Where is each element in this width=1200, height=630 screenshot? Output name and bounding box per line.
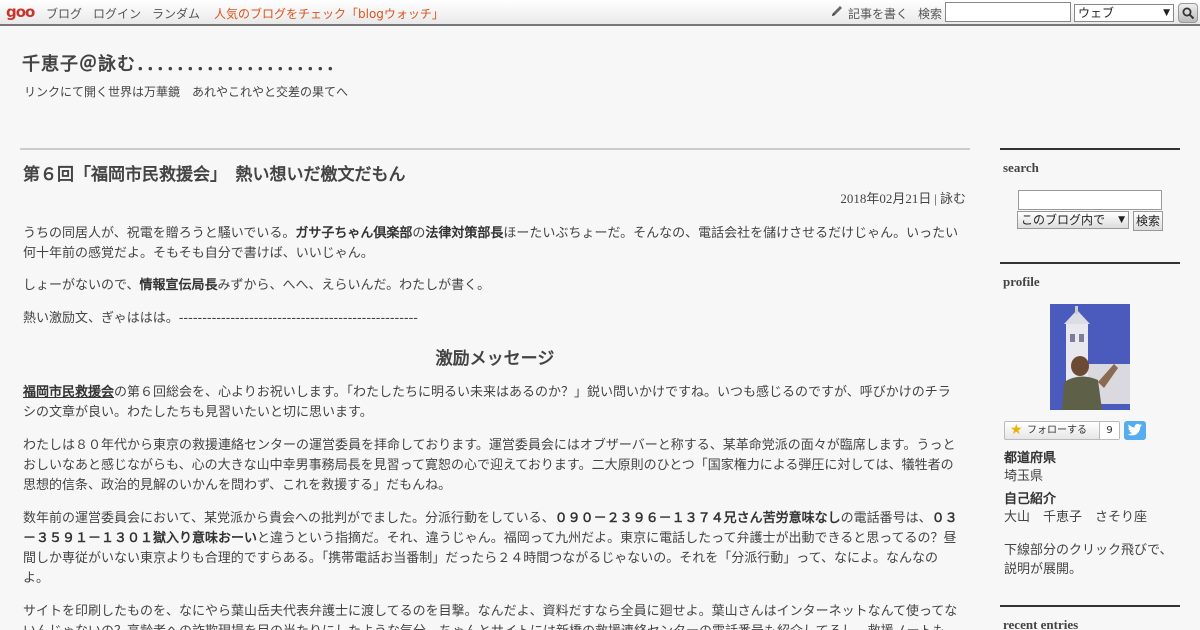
twitter-bird-icon [1127, 423, 1142, 436]
sidebar-profile: profile ★ フォローする 9 都道府県 埼玉県 自己紹介 大山 千恵子 … [1000, 262, 1180, 602]
follow-button[interactable]: ★ フォローする 9 [1004, 421, 1120, 440]
underlined-link[interactable]: 福岡市民救援会 [23, 385, 114, 400]
text: の [412, 226, 426, 241]
nav-link-login[interactable]: ログイン [93, 5, 141, 22]
nav-link-random[interactable]: ランダム [152, 5, 200, 22]
blog-title[interactable]: 千恵子＠詠む．．．．．．．．．．．．．．．．．．．． [22, 50, 345, 76]
write-article-link[interactable]: 記事を書く [848, 5, 908, 22]
profile-photo [1050, 304, 1130, 410]
blog-description: リンクにて開く世界は万華鏡 あれやこれやと交差の果てへ [24, 85, 349, 99]
global-header: goo ブログ ログイン ランダム 人気のブログをチェック「blogウォッチ」 … [0, 0, 1200, 26]
post-paragraph: しょーがないので、情報宣伝局長みずから、へへ、えらいんだ。わたしが書く。 [23, 276, 963, 296]
bold-text: ０９０－２３９６－１３７４兄さん苦労意味なし [554, 511, 841, 526]
dropdown-arrow-icon: ▼ [1118, 215, 1125, 225]
search-scope-select[interactable]: ウェブ ▼ [1074, 4, 1174, 22]
sidebar-heading: recent entries [1003, 617, 1079, 630]
text: みずから、へへ、えらいんだ。わたしが書く。 [217, 278, 491, 293]
post-title[interactable]: 第６回「福岡市民救援会」 熱い想いだ檄文だもん [23, 160, 406, 185]
star-icon: ★ [1010, 422, 1023, 438]
twitter-button[interactable] [1124, 421, 1146, 440]
post-paragraph: 熱い激励文、ぎゃははは。----------------------------… [23, 311, 418, 326]
blog-search-input[interactable] [1018, 190, 1162, 210]
search-icon [1182, 7, 1195, 20]
nav-link-blog[interactable]: ブログ [46, 5, 82, 22]
post-paragraph: 数年前の運営委員会において、某党派から貴会への批判がでました。分派行動をしている… [23, 509, 963, 589]
post-paragraph: わたしは８０年代から東京の救援連絡センターの運営委員を拝命しております。運営委員… [23, 438, 956, 493]
global-search-input[interactable] [945, 2, 1071, 22]
sidebar-heading: search [1003, 160, 1039, 175]
blog-search-button[interactable]: 検索 [1133, 211, 1163, 231]
pencil-icon[interactable] [830, 4, 844, 18]
section-heading: 激励メッセージ [435, 349, 555, 369]
search-label: 検索 [918, 7, 943, 21]
meta-separator: | [934, 191, 937, 206]
post-date: 2018年02月21日 [840, 191, 932, 206]
self-intro-label: 自己紹介 [1004, 492, 1057, 507]
text: しょーがないので、 [23, 278, 140, 293]
follower-count: 9 [1099, 422, 1119, 439]
post-category-link[interactable]: 詠む [940, 191, 966, 206]
profile-avatar[interactable] [1050, 304, 1130, 410]
text: の電話番号は、 [840, 511, 932, 526]
goo-logo[interactable]: goo [6, 3, 35, 21]
text: うちの同居人が、祝電を贈ろうと騒いでいる。 [23, 226, 296, 241]
dropdown-arrow-icon: ▼ [1163, 8, 1170, 18]
search-scope-value: ウェブ [1078, 6, 1115, 20]
post-meta: 2018年02月21日 | 詠む [840, 188, 966, 207]
blog-search-scope-value: このブログ内で [1021, 213, 1106, 227]
post-paragraph: 福岡市民救援会の第６回総会を、心よりお祝いします。「わたしたちに明るい未来はある… [23, 383, 963, 423]
prefecture-value: 埼玉県 [1004, 469, 1044, 484]
sidebar-search: search このブログ内で ▼ 検索 [1000, 148, 1180, 258]
post-paragraph: うちの同居人が、祝電を贈ろうと騒いでいる。ガサ子ちゃん倶楽部の法律対策部長ほーた… [23, 224, 963, 264]
main-content: 第６回「福岡市民救援会」 熱い想いだ檄文だもん 2018年02月21日 | 詠む う… [20, 148, 970, 630]
post-paragraph: サイトを印刷したものを、なにやら葉山岳夫代表弁護士に渡してるのを目撃。なんだよ、… [23, 604, 958, 630]
blog-search-scope-select[interactable]: このブログ内で ▼ [1017, 211, 1129, 229]
bold-text: 情報宣伝局長 [139, 278, 218, 293]
follow-label: フォローする [1027, 425, 1087, 436]
bold-text: ガサ子ちゃん倶楽部 [295, 226, 413, 241]
self-intro-value: 大山 千恵子 さそり座 [1004, 510, 1148, 525]
sidebar-heading: profile [1003, 274, 1040, 289]
text: の第６回総会を、心よりお祝いします。「わたしたちに明るい未来はあるのか？」鋭い問… [23, 385, 951, 420]
global-search-button[interactable] [1178, 3, 1198, 23]
profile-note: 下線部分のクリック飛びで、説明が展開。 [1004, 543, 1173, 577]
text: 数年前の運営委員会において、某党派から貴会への批判がでました。分派行動をしている… [23, 511, 555, 526]
sidebar-recent-entries: recent entries [1000, 605, 1180, 630]
prefecture-label: 都道府県 [1004, 451, 1057, 466]
blog-watch-promo-link[interactable]: 人気のブログをチェック「blogウォッチ」 [214, 5, 444, 22]
bold-text: 法律対策部長 [425, 226, 504, 241]
